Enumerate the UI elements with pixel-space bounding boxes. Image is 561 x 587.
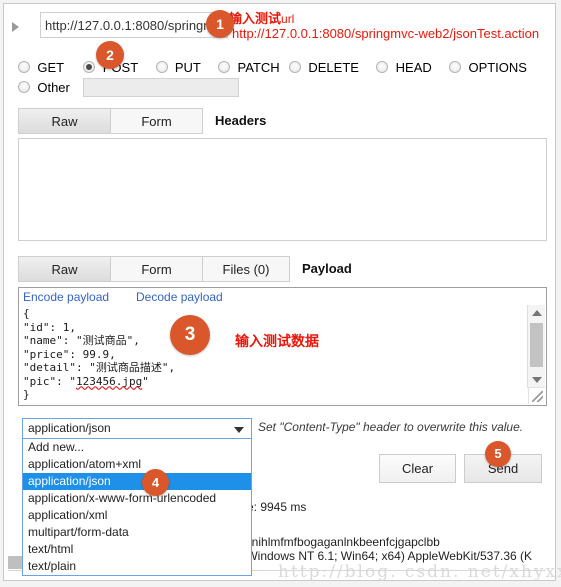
payload-line: { (23, 307, 30, 320)
annotation-title: 输入测试url (229, 8, 294, 27)
triangle-right-icon[interactable] (12, 22, 19, 32)
scrollbar-thumb[interactable] (530, 323, 543, 367)
radio-label-head: HEAD (395, 60, 432, 76)
content-type-option[interactable]: application/atom+xml (23, 456, 251, 473)
payload-line: "pic": "123456.jpg" (23, 374, 149, 388)
content-type-hint: Set "Content-Type" header to overwrite t… (258, 420, 524, 434)
radio-dot-icon (376, 61, 389, 74)
chevron-down-icon (234, 427, 244, 433)
radio-label-get: GET (37, 60, 65, 76)
other-method-input[interactable] (83, 78, 240, 97)
radio-dot-icon (289, 61, 302, 74)
decode-payload-link[interactable]: Decode payload (136, 290, 223, 304)
tab-payload-raw[interactable]: Raw (18, 256, 111, 282)
spellcheck-underline: 123456.jpg (75, 374, 143, 388)
content-type-option[interactable]: Add new... (23, 439, 251, 456)
resize-grip-icon[interactable] (528, 387, 545, 404)
radio-dot-icon (83, 61, 96, 74)
content-type-selected-value: application/json (28, 421, 111, 435)
content-type-option[interactable]: text/html (23, 541, 251, 558)
step-badge-5: 5 (485, 441, 511, 467)
encode-payload-link[interactable]: Encode payload (23, 290, 109, 304)
blog-watermark: http://blog. csdn. net/xhyxxx (278, 562, 561, 582)
response-origin-text: n://nihlmfmfbogaganlnkbeenfcjgapclbb (235, 535, 440, 549)
http-method-other-row: Other (18, 78, 548, 98)
radio-patch[interactable]: PATCH (218, 60, 280, 76)
content-type-option[interactable]: text/plain (23, 558, 251, 575)
step-badge-2: 2 (96, 41, 124, 69)
step-badge-3: 3 (170, 315, 210, 355)
content-type-select[interactable]: application/json (22, 418, 252, 439)
radio-put[interactable]: PUT (155, 60, 201, 76)
scroll-down-arrow-icon[interactable] (528, 372, 545, 388)
step-badge-4: 4 (142, 469, 169, 496)
payload-scrollbar[interactable] (527, 305, 545, 388)
radio-dot-icon (449, 61, 462, 74)
tab-headers-raw[interactable]: Raw (18, 108, 111, 134)
radio-head[interactable]: HEAD (376, 60, 432, 76)
radio-label-put: PUT (174, 60, 201, 76)
response-useragent-text: ) (Windows NT 6.1; Win64; x64) AppleWebK… (235, 549, 533, 563)
radio-label-patch: PATCH (237, 60, 280, 76)
tab-payload-files[interactable]: Files (0) (202, 256, 290, 282)
step-badge-1: 1 (206, 10, 234, 38)
scroll-up-arrow-icon[interactable] (528, 305, 545, 321)
payload-tab-strip: Raw Form Files (0) Payload (18, 256, 438, 282)
radio-get[interactable]: GET (18, 60, 64, 75)
content-type-option[interactable]: application/json (23, 473, 251, 490)
tab-headers-form[interactable]: Form (110, 108, 203, 134)
content-type-dropdown-list[interactable]: Add new... application/atom+xml applicatio… (22, 439, 252, 576)
annotation-payload-note: 输入测试数据 (235, 334, 319, 350)
headers-tab-strip: Raw Form Headers (18, 108, 418, 134)
content-type-option[interactable]: multipart/form-data (23, 524, 251, 541)
radio-delete[interactable]: DELETE (289, 60, 359, 75)
tab-payload-form[interactable]: Form (110, 256, 203, 282)
radio-label-other: Other (37, 80, 70, 96)
radio-dot-icon (218, 61, 231, 74)
radio-label-delete: DELETE (308, 60, 359, 76)
radio-dot-icon (18, 61, 30, 74)
annotation-full-url: http://127.0.0.1:8080/springmvc-web2/jso… (232, 26, 540, 41)
url-input[interactable] (40, 12, 228, 38)
clear-button[interactable]: Clear (379, 454, 456, 483)
payload-section-title: Payload (302, 261, 352, 276)
payload-body-text[interactable]: {"id": 1, "name": "测试商品", "price": 99.9, "d… (23, 307, 513, 402)
content-type-option[interactable]: application/xml (23, 507, 251, 524)
radio-other[interactable]: Other (18, 80, 70, 95)
radio-options[interactable]: OPTIONS (449, 60, 527, 75)
payload-line: "detail": "测试商品描述", (23, 361, 176, 374)
radio-label-options: OPTIONS (468, 60, 527, 76)
radio-dot-icon (155, 61, 168, 74)
headers-section-title: Headers (215, 113, 267, 128)
annotation-title-suffix: url (281, 12, 295, 26)
annotation-title-cn: 输入测试 (229, 12, 282, 27)
payload-line: } (23, 388, 30, 401)
radio-dot-icon (18, 80, 30, 93)
rest-client-window: 输入测试url http://127.0.0.1:8080/springmvc-… (0, 0, 561, 587)
headers-textarea[interactable] (18, 138, 547, 241)
content-type-option[interactable]: application/x-www-form-urlencoded (23, 490, 251, 507)
